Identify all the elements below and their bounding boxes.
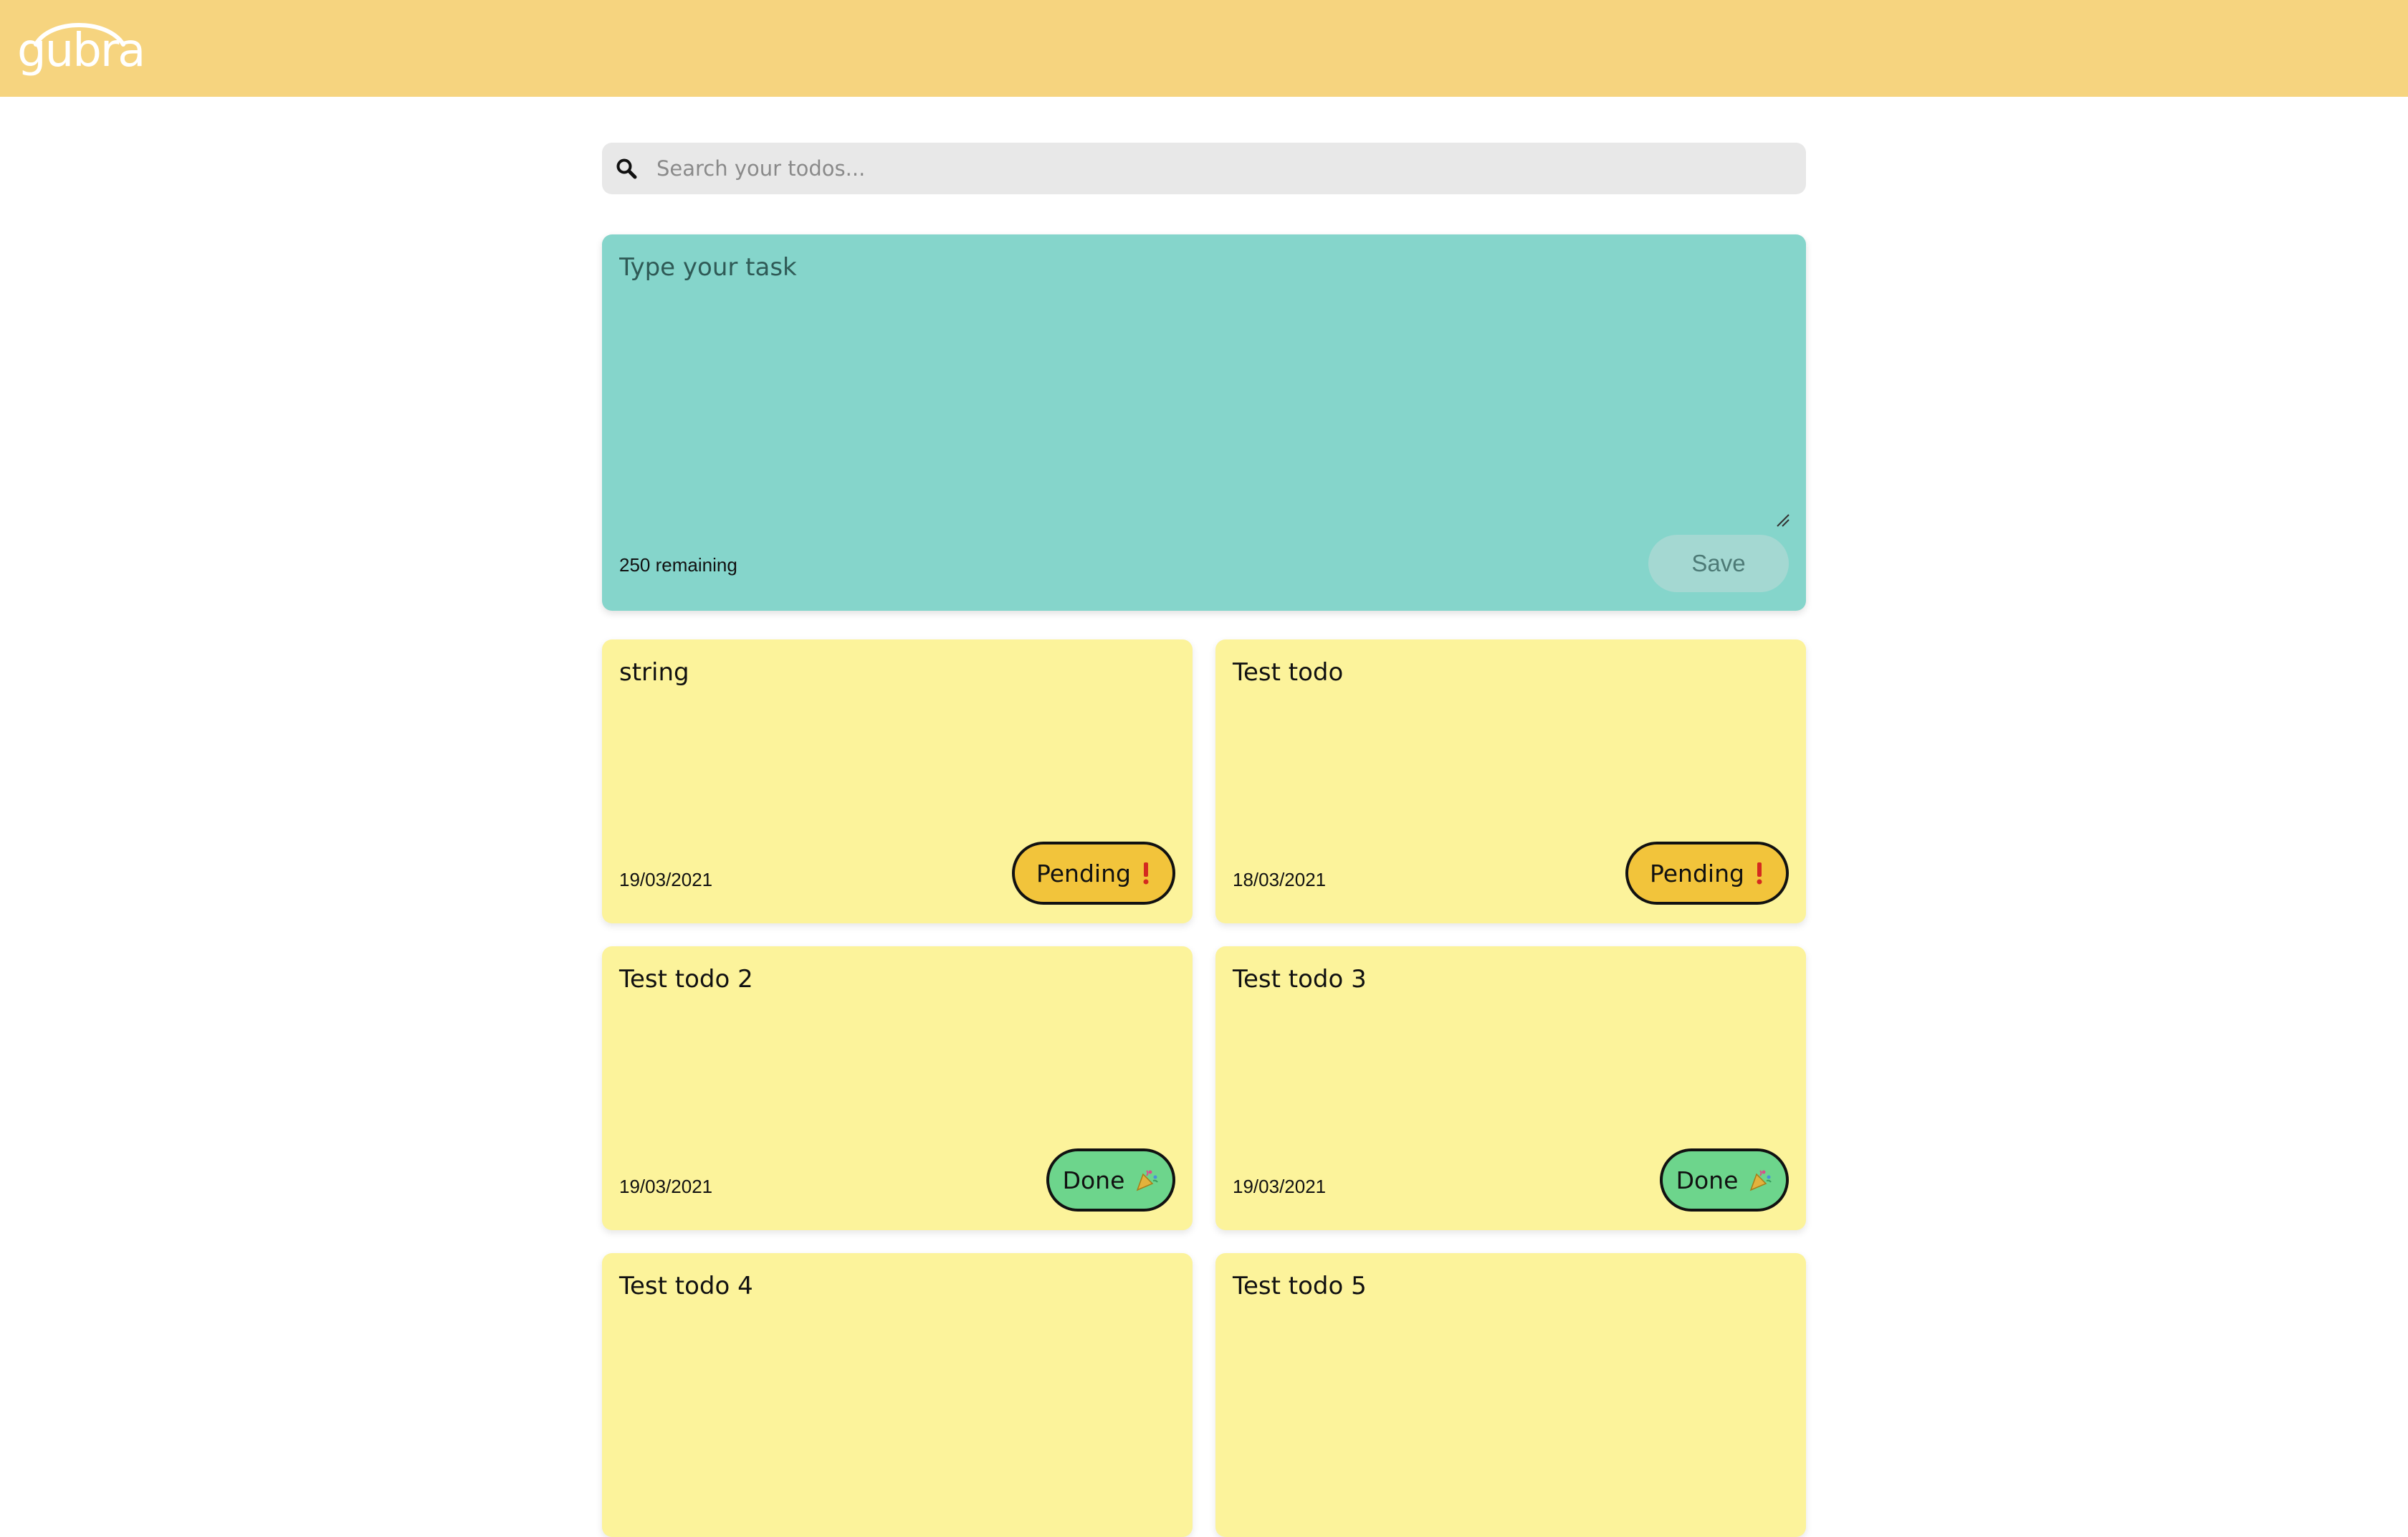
status-label: Done [1676,1166,1739,1194]
status-label: Done [1062,1166,1125,1194]
todo-card: Test todo 3 19/03/2021 Done [1215,946,1806,1230]
todo-title: string [619,658,689,687]
todo-card: Test todo 4 [602,1253,1193,1537]
search-input[interactable] [656,147,1806,190]
save-button[interactable]: Save [1648,535,1789,592]
search-bar[interactable] [602,143,1806,194]
resize-handle-icon[interactable] [1774,512,1790,528]
todo-card: Test todo 2 19/03/2021 Done [602,946,1193,1230]
search-icon [612,154,641,183]
status-toggle-button[interactable]: Done [1660,1148,1789,1212]
status-toggle-button[interactable]: Pending [1012,842,1175,905]
todo-title: Test todo [1233,658,1344,687]
todo-date: 18/03/2021 [1233,869,1327,890]
remaining-counter: 250 remaining [619,554,737,576]
task-input[interactable] [619,253,1789,547]
todo-date: 19/03/2021 [1233,1176,1327,1197]
status-label: Pending [1650,859,1744,888]
party-popper-icon [1748,1168,1772,1192]
todo-date: 19/03/2021 [619,1176,713,1197]
status-toggle-button[interactable]: Done [1046,1148,1175,1212]
task-composer [602,234,1806,611]
todo-card: Test todo 5 [1215,1253,1806,1537]
todo-card: Test todo 18/03/2021 Pending [1215,639,1806,923]
todo-title: Test todo 2 [619,965,753,994]
party-popper-icon [1134,1168,1159,1192]
logo-text: gubra [17,24,145,77]
todo-date: 19/03/2021 [619,869,713,890]
app-header: gubra [0,0,2408,97]
todo-title: Test todo 5 [1233,1272,1367,1300]
status-toggle-button[interactable]: Pending [1625,842,1789,905]
status-label: Pending [1036,859,1131,888]
todo-card: string 19/03/2021 Pending [602,639,1193,923]
todo-title: Test todo 3 [1233,965,1367,994]
gubra-logo[interactable]: gubra [16,11,145,77]
todo-title: Test todo 4 [619,1272,753,1300]
exclamation-icon [1754,861,1764,885]
exclamation-icon [1141,861,1151,885]
